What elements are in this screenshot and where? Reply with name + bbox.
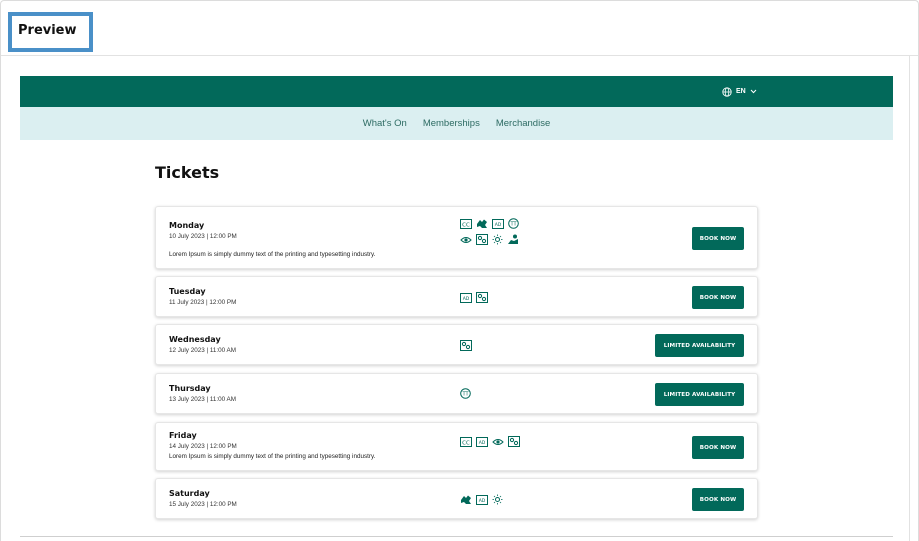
- ticket-day: Friday: [169, 431, 197, 440]
- page-title: Tickets: [155, 163, 220, 182]
- preview-panel: Preview EN What's On Memberships Merchan…: [0, 0, 919, 541]
- ticket-day: Wednesday: [169, 335, 221, 344]
- limited-availability-button[interactable]: LIMITED AVAILABILITY: [655, 334, 744, 357]
- audio-description-icon: AD: [476, 494, 488, 505]
- sun-icon: [492, 494, 503, 505]
- svg-text:TT: TT: [509, 222, 517, 228]
- chevron-down-icon: [750, 89, 757, 94]
- svg-text:AD: AD: [479, 440, 486, 446]
- audio-description-icon: AD: [492, 218, 504, 229]
- svg-text:CC: CC: [462, 440, 470, 446]
- ticket-card: Tuesday 11 July 2023 | 12:00 PM AD BOOK …: [155, 276, 758, 317]
- touch-tour-icon: [508, 234, 518, 244]
- top-bar: EN: [20, 76, 893, 107]
- main-nav: What's On Memberships Merchandise: [20, 107, 893, 140]
- accessibility-icons-row-2: [460, 234, 519, 245]
- ticket-card: Thursday 13 July 2023 | 11:00 AM TT LIMI…: [155, 373, 758, 414]
- audio-description-icon: AD: [476, 436, 488, 447]
- book-now-button[interactable]: BOOK NOW: [692, 286, 744, 309]
- globe-icon: [722, 86, 732, 97]
- preview-tab[interactable]: Preview: [8, 12, 93, 52]
- ticket-card: Friday 14 July 2023 | 12:00 PM Lorem Ips…: [155, 422, 758, 471]
- book-now-button[interactable]: BOOK NOW: [692, 227, 744, 250]
- ticket-datetime: 13 July 2023 | 11:00 AM: [169, 396, 236, 403]
- ticket-card: Saturday 15 July 2023 | 12:00 PM AD BOOK…: [155, 478, 758, 519]
- svg-text:AD: AD: [495, 222, 502, 228]
- nav-whats-on[interactable]: What's On: [363, 118, 407, 129]
- accessibility-icons: AD: [460, 292, 488, 303]
- tt-icon: TT: [508, 218, 519, 229]
- eye-icon: [460, 236, 472, 243]
- footer-divider: [20, 536, 893, 537]
- site-preview: EN What's On Memberships Merchandise Tic…: [20, 76, 893, 536]
- accessibility-icons: CC AD: [460, 436, 520, 447]
- svg-text:AD: AD: [479, 498, 486, 504]
- sun-icon: [492, 234, 503, 245]
- book-now-button[interactable]: BOOK NOW: [692, 488, 744, 511]
- relaxed-icon: [460, 340, 472, 351]
- ticket-description: Lorem Ipsum is simply dummy text of the …: [169, 251, 376, 258]
- ticket-card: Monday 10 July 2023 | 12:00 PM Lorem Ips…: [155, 206, 758, 269]
- accessibility-icons: TT: [460, 388, 471, 399]
- nav-memberships[interactable]: Memberships: [423, 118, 480, 129]
- accessibility-icons: [460, 340, 472, 351]
- ticket-day: Tuesday: [169, 287, 206, 296]
- language-code: EN: [736, 88, 746, 95]
- relaxed-icon: [476, 292, 488, 303]
- book-now-button[interactable]: BOOK NOW: [692, 436, 744, 459]
- ticket-datetime: 12 July 2023 | 11:00 AM: [169, 347, 236, 354]
- ticket-day: Monday: [169, 221, 205, 230]
- ticket-card: Wednesday 12 July 2023 | 11:00 AM LIMITE…: [155, 324, 758, 365]
- header-divider: [1, 55, 918, 56]
- relaxed-icon: [476, 234, 488, 245]
- sign-language-icon: [477, 219, 487, 228]
- svg-text:CC: CC: [462, 222, 470, 228]
- cc-icon: CC: [460, 436, 472, 447]
- nav-merchandise[interactable]: Merchandise: [496, 118, 550, 129]
- ticket-datetime: 15 July 2023 | 12:00 PM: [169, 501, 237, 508]
- svg-text:TT: TT: [461, 392, 469, 398]
- audio-description-icon: AD: [460, 292, 472, 303]
- language-selector[interactable]: EN: [722, 85, 757, 98]
- ticket-datetime: 11 July 2023 | 12:00 PM: [169, 299, 237, 306]
- cc-icon: CC: [460, 218, 472, 229]
- eye-icon: [492, 438, 504, 445]
- ticket-description: Lorem Ipsum is simply dummy text of the …: [169, 453, 376, 460]
- accessibility-icons: AD: [460, 494, 503, 505]
- ticket-day: Saturday: [169, 489, 210, 498]
- tt-icon: TT: [460, 388, 471, 399]
- limited-availability-button[interactable]: LIMITED AVAILABILITY: [655, 383, 744, 406]
- accessibility-icons: CC AD TT: [460, 218, 519, 229]
- preview-label: Preview: [18, 23, 77, 38]
- ticket-day: Thursday: [169, 384, 211, 393]
- sign-language-icon: [461, 495, 471, 504]
- scrollbar-track[interactable]: [909, 56, 910, 541]
- ticket-datetime: 14 July 2023 | 12:00 PM: [169, 443, 237, 450]
- svg-text:AD: AD: [463, 296, 470, 302]
- relaxed-icon: [508, 436, 520, 447]
- ticket-datetime: 10 July 2023 | 12:00 PM: [169, 233, 237, 240]
